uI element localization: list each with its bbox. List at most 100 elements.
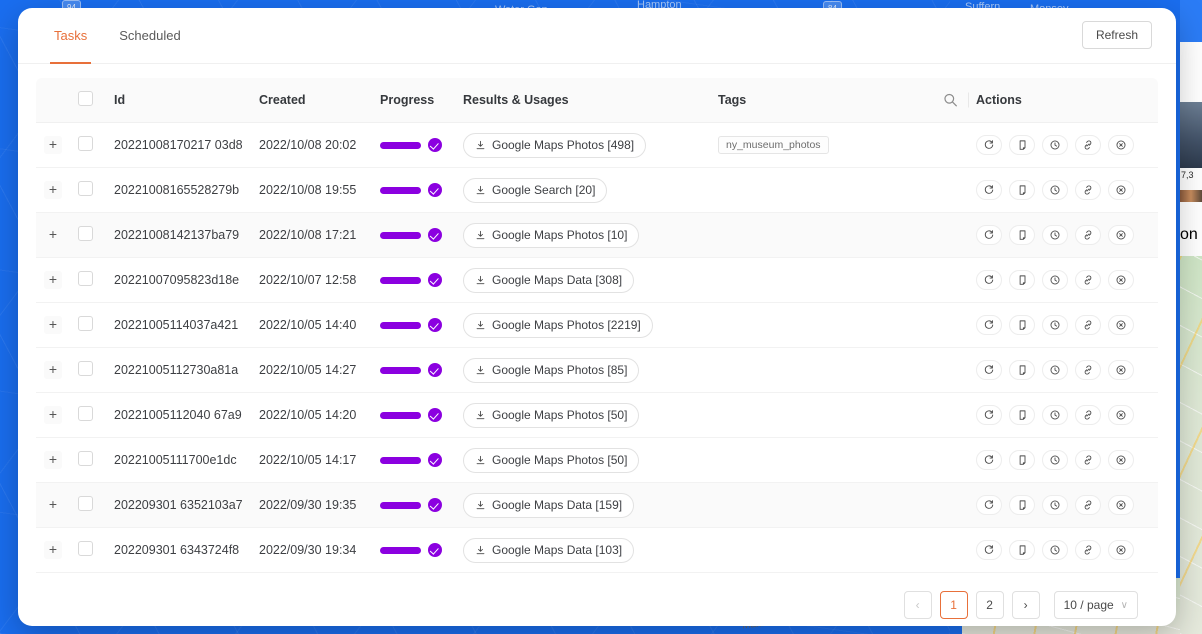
rerun-icon — [983, 409, 995, 421]
progress-indicator — [380, 318, 447, 332]
search-icon[interactable] — [943, 93, 958, 108]
clock-button[interactable] — [1042, 315, 1068, 335]
expand-row-button[interactable]: + — [44, 226, 62, 244]
expand-row-button[interactable]: + — [44, 451, 62, 469]
cancel-button[interactable] — [1108, 135, 1134, 155]
link-button[interactable] — [1075, 495, 1101, 515]
cancel-button[interactable] — [1108, 180, 1134, 200]
clock-button[interactable] — [1042, 540, 1068, 560]
result-download-pill[interactable]: Google Maps Photos [50] — [463, 402, 640, 428]
page-size-selector[interactable]: 10 / page ∨ — [1053, 591, 1138, 619]
pagination-prev-button[interactable]: ‹ — [903, 591, 932, 619]
copy-button[interactable] — [1009, 540, 1035, 560]
column-header-tags: Tags — [710, 78, 968, 123]
expand-row-button[interactable]: + — [44, 181, 62, 199]
link-button[interactable] — [1075, 225, 1101, 245]
clock-button[interactable] — [1042, 495, 1068, 515]
cancel-button[interactable] — [1108, 315, 1134, 335]
rerun-button[interactable] — [976, 225, 1002, 245]
rerun-button[interactable] — [976, 180, 1002, 200]
rerun-button[interactable] — [976, 405, 1002, 425]
expand-row-button[interactable]: + — [44, 541, 62, 559]
row-checkbox[interactable] — [78, 406, 93, 421]
rerun-button[interactable] — [976, 495, 1002, 515]
rerun-icon — [983, 364, 995, 376]
copy-button[interactable] — [1009, 450, 1035, 470]
rerun-button[interactable] — [976, 315, 1002, 335]
expand-row-button[interactable]: + — [44, 316, 62, 334]
rerun-button[interactable] — [976, 270, 1002, 290]
result-download-pill[interactable]: Google Search [20] — [463, 177, 608, 203]
row-checkbox[interactable] — [78, 226, 93, 241]
row-checkbox[interactable] — [78, 271, 93, 286]
link-button[interactable] — [1075, 315, 1101, 335]
row-checkbox[interactable] — [78, 136, 93, 151]
cell-results: Google Maps Data [103] — [455, 527, 710, 573]
link-button[interactable] — [1075, 135, 1101, 155]
clock-button[interactable] — [1042, 360, 1068, 380]
column-header-id: Id — [106, 78, 251, 123]
result-download-pill[interactable]: Google Maps Photos [498] — [463, 132, 647, 158]
select-all-checkbox[interactable] — [78, 91, 93, 106]
expand-row-button[interactable]: + — [44, 271, 62, 289]
rerun-button[interactable] — [976, 135, 1002, 155]
copy-button[interactable] — [1009, 180, 1035, 200]
expand-row-button[interactable]: + — [44, 361, 62, 379]
expand-row-button[interactable]: + — [44, 496, 62, 514]
pagination-page-1[interactable]: 1 — [939, 591, 968, 619]
copy-button[interactable] — [1009, 135, 1035, 155]
link-icon — [1082, 409, 1094, 421]
cancel-button[interactable] — [1108, 270, 1134, 290]
expand-row-button[interactable]: + — [44, 406, 62, 424]
tab-scheduled[interactable]: Scheduled — [117, 8, 182, 64]
row-checkbox[interactable] — [78, 181, 93, 196]
link-icon — [1082, 184, 1094, 196]
expand-row-button[interactable]: + — [44, 136, 62, 154]
result-download-pill[interactable]: Google Maps Photos [2219] — [463, 312, 653, 338]
copy-button[interactable] — [1009, 270, 1035, 290]
row-checkbox[interactable] — [78, 361, 93, 376]
cancel-button[interactable] — [1108, 495, 1134, 515]
link-button[interactable] — [1075, 405, 1101, 425]
clock-button[interactable] — [1042, 405, 1068, 425]
result-download-pill[interactable]: Google Maps Photos [10] — [463, 222, 640, 248]
link-button[interactable] — [1075, 180, 1101, 200]
copy-button[interactable] — [1009, 405, 1035, 425]
rerun-button[interactable] — [976, 360, 1002, 380]
copy-button[interactable] — [1009, 225, 1035, 245]
result-download-pill[interactable]: Google Maps Data [159] — [463, 492, 635, 518]
cancel-button[interactable] — [1108, 540, 1134, 560]
cancel-button[interactable] — [1108, 225, 1134, 245]
clock-button[interactable] — [1042, 270, 1068, 290]
row-checkbox[interactable] — [78, 496, 93, 511]
link-button[interactable] — [1075, 540, 1101, 560]
rerun-button[interactable] — [976, 450, 1002, 470]
clock-button[interactable] — [1042, 180, 1068, 200]
cancel-button[interactable] — [1108, 360, 1134, 380]
result-download-pill[interactable]: Google Maps Photos [50] — [463, 447, 640, 473]
pagination-next-button[interactable]: › — [1011, 591, 1040, 619]
link-button[interactable] — [1075, 270, 1101, 290]
clock-button[interactable] — [1042, 225, 1068, 245]
cancel-button[interactable] — [1108, 405, 1134, 425]
rerun-button[interactable] — [976, 540, 1002, 560]
pagination-page-2[interactable]: 2 — [975, 591, 1004, 619]
cell-progress — [372, 257, 455, 303]
copy-button[interactable] — [1009, 315, 1035, 335]
link-button[interactable] — [1075, 450, 1101, 470]
link-button[interactable] — [1075, 360, 1101, 380]
cancel-button[interactable] — [1108, 450, 1134, 470]
clock-button[interactable] — [1042, 450, 1068, 470]
copy-button[interactable] — [1009, 360, 1035, 380]
result-download-pill[interactable]: Google Maps Data [308] — [463, 267, 635, 293]
tab-tasks[interactable]: Tasks — [49, 8, 92, 64]
row-checkbox[interactable] — [78, 451, 93, 466]
result-download-pill[interactable]: Google Maps Photos [85] — [463, 357, 640, 383]
clock-button[interactable] — [1042, 135, 1068, 155]
result-download-pill[interactable]: Google Maps Data [103] — [463, 537, 635, 563]
row-checkbox[interactable] — [78, 541, 93, 556]
tag-chip[interactable]: ny_museum_photos — [718, 136, 829, 154]
row-checkbox[interactable] — [78, 316, 93, 331]
refresh-button[interactable]: Refresh — [1081, 21, 1152, 49]
copy-button[interactable] — [1009, 495, 1035, 515]
